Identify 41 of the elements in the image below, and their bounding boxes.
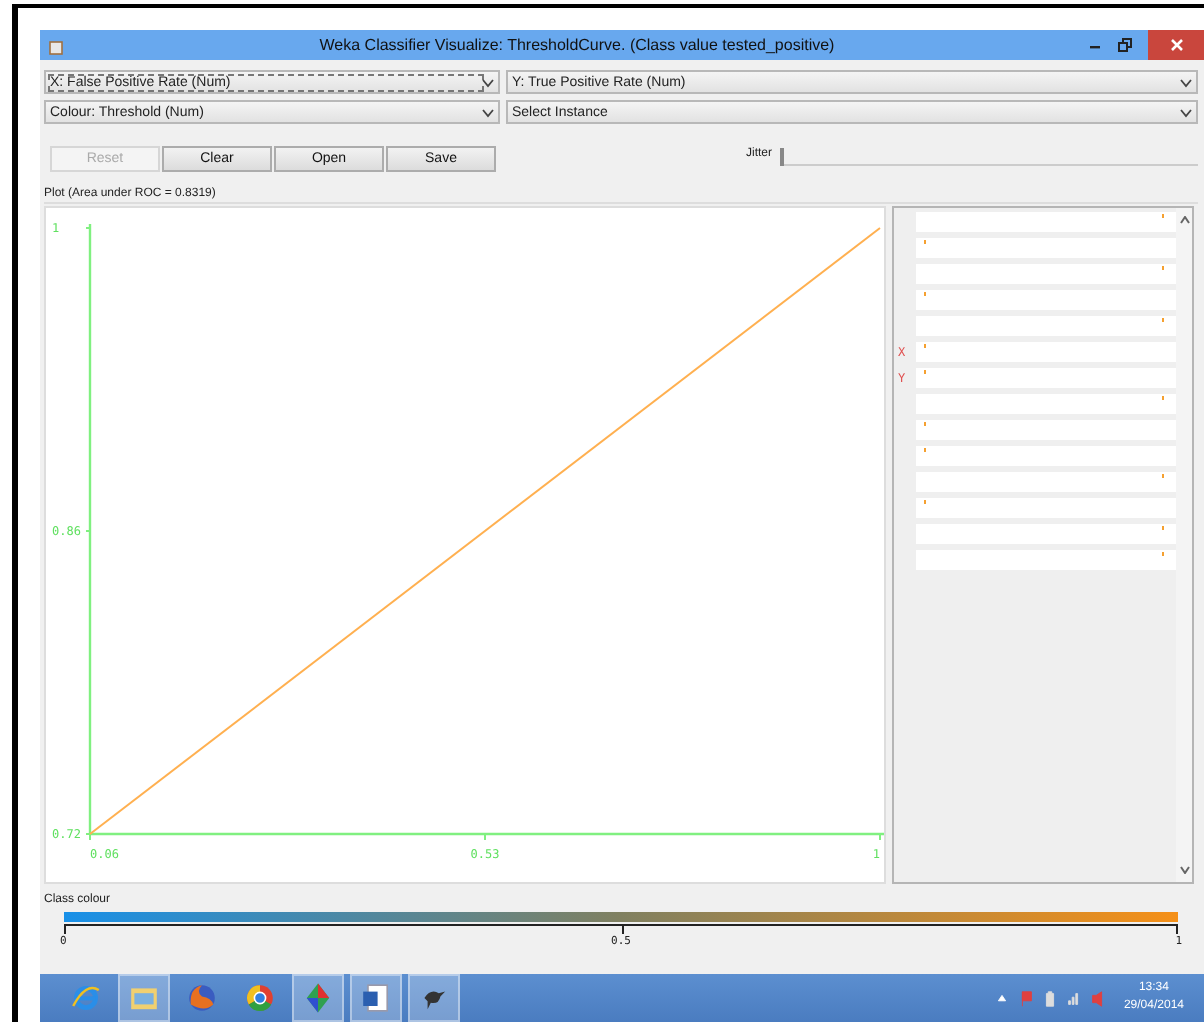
- globe-icon[interactable]: [186, 982, 218, 1014]
- scroll-down-icon[interactable]: [1179, 866, 1189, 874]
- taskbar-button[interactable]: [292, 974, 344, 1022]
- attribute-bar[interactable]: [916, 472, 1176, 492]
- folder-icon[interactable]: [128, 982, 160, 1014]
- attribute-bar[interactable]: [916, 524, 1176, 544]
- jitter-slider[interactable]: [780, 147, 1198, 165]
- network-icon[interactable]: [1065, 989, 1082, 1007]
- attribute-bar[interactable]: [916, 420, 1176, 440]
- attribute-bar[interactable]: [916, 550, 1176, 570]
- chevron-down-icon: [1180, 77, 1192, 87]
- browser-icon[interactable]: [70, 982, 102, 1014]
- attribute-bar[interactable]: [916, 342, 1176, 362]
- chevron-down-icon: [482, 107, 494, 117]
- attribute-bar[interactable]: [916, 290, 1176, 310]
- document-icon[interactable]: [360, 982, 392, 1014]
- attribute-bar[interactable]: [916, 394, 1176, 414]
- slider-thumb[interactable]: [780, 147, 785, 165]
- scrollbar[interactable]: [1176, 208, 1192, 882]
- diamond-icon[interactable]: [302, 982, 334, 1014]
- up-arrow-icon[interactable]: [993, 989, 1010, 1007]
- attribute-bar[interactable]: [916, 498, 1176, 518]
- attribute-bar[interactable]: [916, 264, 1176, 284]
- attribute-bar[interactable]: [916, 368, 1176, 388]
- window-title: Weka Classifier Visualize: ThresholdCurve. (Class value tested_positive): [317, 36, 837, 54]
- scroll-up-icon[interactable]: [1179, 216, 1189, 224]
- taskbar-button[interactable]: [350, 974, 402, 1022]
- attribute-bar[interactable]: [916, 446, 1176, 466]
- flag-icon[interactable]: [1017, 989, 1034, 1007]
- taskbar-button[interactable]: [408, 974, 460, 1022]
- chevron-down-icon: [1180, 107, 1192, 117]
- app-icon[interactable]: [48, 35, 64, 55]
- battery-icon[interactable]: [1041, 989, 1058, 1007]
- close-button[interactable]: [1148, 30, 1204, 60]
- close-icon: [1169, 38, 1183, 52]
- attribute-bar[interactable]: [916, 238, 1176, 258]
- speaker-icon[interactable]: [1089, 989, 1106, 1007]
- attribute-bar[interactable]: [916, 316, 1176, 336]
- wheel-icon[interactable]: [244, 982, 276, 1014]
- restore-icon[interactable]: [1118, 38, 1132, 52]
- chevron-down-icon: [482, 77, 494, 87]
